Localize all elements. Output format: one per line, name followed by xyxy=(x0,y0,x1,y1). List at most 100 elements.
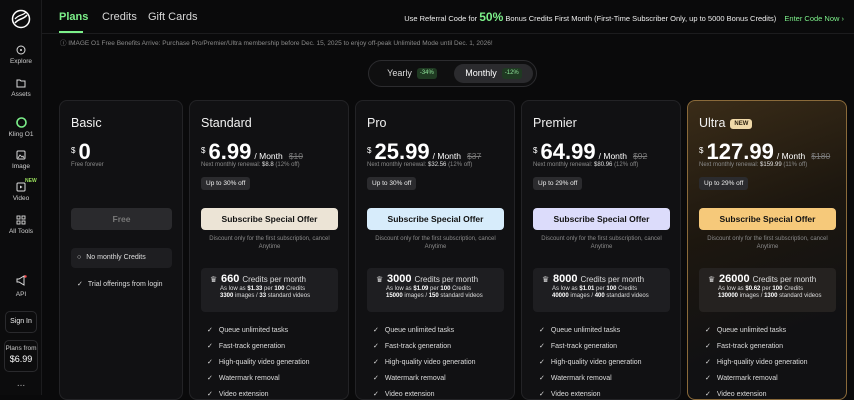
images-label: images / xyxy=(570,293,594,299)
megaphone-icon xyxy=(16,275,27,286)
plan-name: Basic xyxy=(71,116,102,130)
renewal-price: $159.99 xyxy=(760,162,782,168)
renewal-label: Next monthly renewal: xyxy=(699,162,759,168)
feature-item: High-quality video generation xyxy=(705,358,808,366)
sidebar-item-all-tools[interactable]: All Tools xyxy=(0,215,42,235)
per-credit-qty: 100 xyxy=(772,286,783,292)
sidebar: Explore Assets Kling O1 Image NEW Video … xyxy=(0,0,42,395)
renewal-price: $32.56 xyxy=(428,162,447,168)
renewal-info: Next monthly renewal: $80.96 (12% off) xyxy=(533,162,638,168)
feature-item: Queue unlimited tasks xyxy=(373,326,454,334)
per-credit-qty: 100 xyxy=(440,286,451,292)
subscribe-button[interactable]: Subscribe Special Offer xyxy=(367,208,504,230)
sign-in-button[interactable]: Sign In xyxy=(5,311,37,333)
credits-unit: Credits per month xyxy=(414,275,479,284)
per-credit-tail: Credits xyxy=(286,286,306,292)
discount-badge: Up to 30% off xyxy=(367,177,417,190)
more-icon[interactable]: ... xyxy=(0,378,42,389)
compass-icon xyxy=(16,45,26,55)
image-icon xyxy=(16,150,26,160)
credits-amount-row: ♛ 8000 Credits per month xyxy=(539,273,664,285)
videos-label: standard videos xyxy=(267,293,311,299)
renewal-discount: (12% off) xyxy=(448,162,473,168)
enter-code-link[interactable]: Enter Code Now › xyxy=(784,14,844,23)
plan-name-row: Premier xyxy=(533,116,577,130)
renewal-label: Next monthly renewal: xyxy=(533,162,593,168)
feature-item: Queue unlimited tasks xyxy=(705,326,786,334)
feature-item: Watermark removal xyxy=(373,374,446,382)
tab-credits[interactable]: Credits xyxy=(102,11,137,23)
feature-item: Watermark removal xyxy=(207,374,280,382)
plan-sub: Free forever xyxy=(71,162,104,168)
credits-unit: Credits per month xyxy=(752,275,817,284)
credits-amount: 8000 xyxy=(553,273,578,285)
subscribe-button[interactable]: Subscribe Special Offer xyxy=(699,208,836,230)
renewal-label: Next monthly renewal: xyxy=(201,162,261,168)
plan-card-basic: Basic $ 0 Free forever Free No monthly C… xyxy=(59,100,183,400)
credits-amount-row: ♛ 3000 Credits per month xyxy=(373,273,498,285)
images-label: images / xyxy=(404,293,428,299)
credits-amount-row: ♛ 26000 Credits per month xyxy=(705,273,830,285)
feature-item: Queue unlimited tasks xyxy=(207,326,288,334)
per-credit-unit: per xyxy=(596,286,605,292)
per-credit-tail: Credits xyxy=(784,286,804,292)
crown-icon: ♛ xyxy=(210,275,218,284)
sidebar-item-video[interactable]: NEW Video xyxy=(0,178,42,202)
price-amount: 127.99 xyxy=(706,139,774,164)
videos-label: standard videos xyxy=(440,293,483,299)
tab-gift-cards[interactable]: Gift Cards xyxy=(148,11,198,23)
sidebar-item-kling-o1[interactable]: Kling O1 xyxy=(0,117,42,138)
sidebar-item-api[interactable]: API xyxy=(0,275,42,298)
per-credit-line: As low as $1.09 per 100 Credits xyxy=(386,286,498,292)
sidebar-item-image[interactable]: Image xyxy=(0,150,42,170)
original-price: $92 xyxy=(633,151,648,161)
referral-text-pre: Use Referral Code for xyxy=(404,14,478,23)
sidebar-item-assets[interactable]: Assets xyxy=(0,78,42,98)
usage-line: 130000 images / 1300 standard videos xyxy=(718,293,830,299)
credits-amount-row: ♛ 660 Credits per month xyxy=(207,273,332,285)
per-credit-line: As low as $0.62 per 100 Credits xyxy=(718,286,830,292)
tab-plans[interactable]: Plans xyxy=(59,11,88,23)
plans-from-button[interactable]: Plans from $6.99 xyxy=(4,340,38,372)
images-count: 15000 xyxy=(386,293,403,299)
per-credit-unit: per xyxy=(430,286,439,292)
monthly-option[interactable]: Monthly -12% xyxy=(454,64,533,83)
credits-unit: Credits per month xyxy=(580,275,645,284)
free-button[interactable]: Free xyxy=(71,208,172,230)
per-credit-unit: per xyxy=(264,286,273,292)
original-price: $180 xyxy=(811,151,831,161)
sidebar-item-label: Explore xyxy=(9,58,33,65)
images-label: images / xyxy=(235,293,258,299)
yearly-label: Yearly xyxy=(387,68,412,78)
original-price: $10 xyxy=(288,151,304,161)
price-period: / Month xyxy=(432,151,461,161)
subscribe-button[interactable]: Subscribe Special Offer xyxy=(533,208,670,230)
feature-item: Watermark removal xyxy=(705,374,778,382)
plans-from-price: $6.99 xyxy=(9,354,33,364)
per-credit-price: $1.09 xyxy=(413,286,429,292)
renewal-discount: (11% off) xyxy=(783,162,808,168)
plan-name: Ultra xyxy=(699,116,726,130)
videos-count: 1300 xyxy=(764,293,778,299)
plan-name-row: Ultra NEW xyxy=(699,116,753,130)
videos-count: 150 xyxy=(428,293,439,299)
currency-symbol: $ xyxy=(533,146,538,155)
sidebar-item-label: All Tools xyxy=(8,228,34,235)
yearly-option[interactable]: Yearly -34% xyxy=(373,64,451,83)
subscribe-button[interactable]: Subscribe Special Offer xyxy=(201,208,338,230)
feature-item: Video extension xyxy=(539,390,601,398)
videos-label: standard videos xyxy=(606,293,649,299)
referral-text-post: Bonus Credits First Month (First-Time Su… xyxy=(505,14,777,23)
logo-icon[interactable] xyxy=(11,9,31,29)
price-amount: 64.99 xyxy=(540,139,596,164)
sidebar-item-label: API xyxy=(15,291,27,298)
currency-symbol: $ xyxy=(71,146,76,155)
renewal-price: $8.8 xyxy=(262,162,274,168)
sidebar-item-explore[interactable]: Explore xyxy=(0,45,42,65)
feature-item: Video extension xyxy=(373,390,435,398)
renewal-discount: (12% off) xyxy=(614,162,639,168)
images-count: 130000 xyxy=(718,293,739,299)
images-count: 40000 xyxy=(552,293,569,299)
billing-toggle: Yearly -34% Monthly -12% xyxy=(368,60,537,87)
crown-icon: ♛ xyxy=(542,275,550,284)
